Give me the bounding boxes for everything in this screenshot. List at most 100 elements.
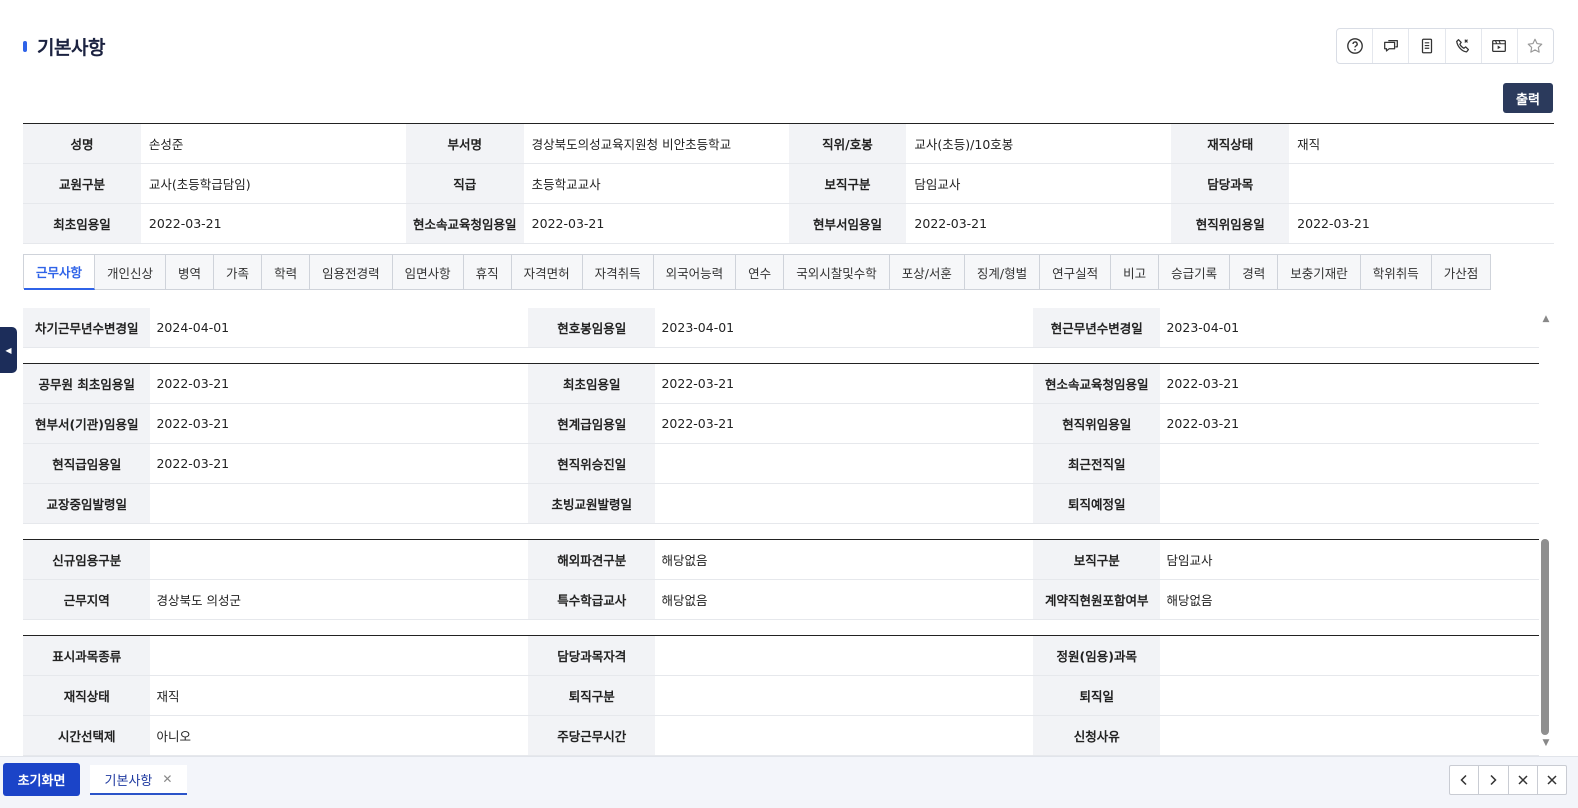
chat-button[interactable] [1373, 29, 1410, 63]
tab-5[interactable]: 임용전경력 [310, 255, 393, 290]
summary-value: 손성준 [148, 137, 184, 152]
detail-row: 재직상태 재직 퇴직구분 퇴직일 [23, 676, 1539, 716]
field-label: 계약직현원포함여부 [1033, 580, 1161, 619]
summary-row: 최초임용일 2022-03-21 현소속교육청임용일 2022-03-21 현부서임용일… [23, 204, 1554, 244]
scroll-down-arrow-icon[interactable]: ▼ [1541, 738, 1551, 748]
summary-value: 2022-03-21 [148, 216, 222, 231]
favorite-button[interactable] [1518, 29, 1553, 63]
scroll-thumb[interactable] [1541, 539, 1549, 735]
field-label: 해외파견구분 [528, 540, 656, 579]
open-page-tab[interactable]: 기본사항 ✕ [90, 765, 187, 795]
tab-3[interactable]: 가족 [214, 255, 263, 290]
sidebar-toggle-button[interactable]: ◀ [0, 327, 17, 373]
tab-14[interactable]: 징계/형벌 [964, 255, 1041, 290]
field-value: 2022-03-21 [661, 376, 735, 391]
home-button[interactable]: 초기화면 [3, 763, 80, 796]
tab-1[interactable]: 개인신상 [95, 255, 167, 290]
previous-tab-button[interactable] [1450, 766, 1480, 794]
field-label: 담당과목자격 [528, 636, 656, 675]
field-value: 재직 [156, 689, 180, 704]
field-label: 근무지역 [23, 580, 151, 619]
field-label: 정원(임용)과목 [1033, 636, 1161, 675]
tab-8[interactable]: 자격면허 [511, 255, 583, 290]
tab-11[interactable]: 연수 [736, 255, 785, 290]
field-label: 현부서(기관)임용일 [23, 404, 151, 443]
close-tab-icon[interactable]: ✕ [162, 772, 172, 786]
field-label: 최초임용일 [528, 364, 656, 403]
summary-value: 재직 [1297, 137, 1321, 152]
field-value: 해당없음 [661, 553, 708, 568]
summary-label: 현부서임용일 [788, 204, 907, 243]
detail-panel: 차기근무년수변경일 2024-04-01 현호봉임용일 2023-04-01 현근무년수… [23, 308, 1539, 756]
bottom-bar: 초기화면 기본사항 ✕ [0, 756, 1578, 808]
field-value [1160, 716, 1539, 755]
field-value [1160, 636, 1539, 675]
tab-4[interactable]: 학력 [262, 255, 311, 290]
field-value [1160, 444, 1539, 483]
summary-label: 담당과목 [1171, 164, 1290, 203]
field-value [655, 676, 1033, 715]
tab-19[interactable]: 보충기재란 [1278, 255, 1361, 290]
phone-button[interactable] [1446, 29, 1482, 63]
help-button[interactable] [1337, 29, 1374, 63]
field-label: 현직급임용일 [23, 444, 151, 483]
next-tab-button[interactable] [1479, 766, 1509, 794]
tab-12[interactable]: 국외시찰및수학 [784, 255, 890, 290]
detail-row: 근무지역 경상북도 의성군 특수학급교사 해당없음 계약직현원포함여부 해당없음 [23, 580, 1539, 620]
tab-20[interactable]: 학위취득 [1360, 255, 1432, 290]
tab-21[interactable]: 가산점 [1431, 255, 1492, 290]
vertical-scrollbar[interactable]: ▲ ▼ [1539, 310, 1553, 755]
tab-0[interactable]: 근무사항 [24, 255, 96, 290]
summary-label: 부서명 [405, 124, 524, 163]
summary-label: 보직구분 [788, 164, 907, 203]
close-current-tab-button[interactable] [1509, 766, 1538, 794]
field-label: 퇴직일 [1033, 676, 1161, 715]
summary-label: 교원구분 [23, 164, 141, 203]
field-label: 주당근무시간 [528, 716, 656, 755]
chat-icon [1383, 39, 1398, 52]
tab-10[interactable]: 외국어능력 [653, 255, 737, 290]
phone-icon [1456, 39, 1470, 53]
tab-9[interactable]: 자격취득 [582, 255, 654, 290]
tab-15[interactable]: 연구실적 [1040, 255, 1112, 290]
document-button[interactable] [1409, 29, 1446, 63]
detail-section: 차기근무년수변경일 2024-04-01 현호봉임용일 2023-04-01 현근무년수… [23, 308, 1539, 348]
help-icon [1346, 38, 1363, 54]
video-button[interactable] [1482, 29, 1518, 63]
close-all-tabs-button[interactable] [1538, 766, 1566, 794]
detail-row: 신규임용구분 해외파견구분 해당없음 보직구분 담임교사 [23, 540, 1539, 580]
field-label: 특수학급교사 [528, 580, 656, 619]
field-value [150, 636, 528, 675]
scroll-up-arrow-icon[interactable]: ▲ [1541, 314, 1551, 324]
print-button[interactable]: 출력 [1503, 83, 1553, 113]
tab-17[interactable]: 승급기록 [1159, 255, 1231, 290]
tab-16[interactable]: 비고 [1111, 255, 1160, 290]
field-value: 담임교사 [1166, 553, 1213, 568]
page-title: 기본사항 [23, 33, 105, 59]
field-value: 2023-04-01 [1166, 320, 1240, 335]
title-marker [23, 40, 27, 52]
field-label: 현소속교육청임용일 [1033, 364, 1161, 403]
tab-7[interactable]: 휴직 [463, 255, 512, 290]
summary-value [1289, 164, 1554, 203]
field-value: 2023-04-01 [661, 320, 735, 335]
summary-value: 2022-03-21 [531, 216, 605, 231]
detail-row: 교장중임발령일 초빙교원발령일 퇴직예정일 [23, 484, 1539, 524]
summary-value: 경상북도의성교육지원청 비안초등학교 [531, 137, 732, 152]
tab-13[interactable]: 포상/서훈 [889, 255, 965, 290]
summary-value: 2022-03-21 [914, 216, 988, 231]
field-value [1160, 484, 1539, 523]
field-value [655, 484, 1033, 523]
field-value: 해당없음 [1166, 593, 1213, 608]
field-label: 보직구분 [1033, 540, 1161, 579]
detail-section: 공무원 최초임용일 2022-03-21 최초임용일 2022-03-21 현소속교육청… [23, 363, 1539, 524]
tab-2[interactable]: 병역 [166, 255, 215, 290]
field-label: 초빙교원발령일 [528, 484, 656, 523]
tab-18[interactable]: 경력 [1230, 255, 1279, 290]
star-icon [1528, 38, 1543, 53]
summary-value: 초등학교교사 [531, 177, 601, 192]
field-label: 신청사유 [1033, 716, 1161, 755]
tab-6[interactable]: 임면사항 [392, 255, 464, 290]
field-value: 해당없음 [661, 593, 708, 608]
collapse-left-icon: ◀ [5, 345, 12, 355]
